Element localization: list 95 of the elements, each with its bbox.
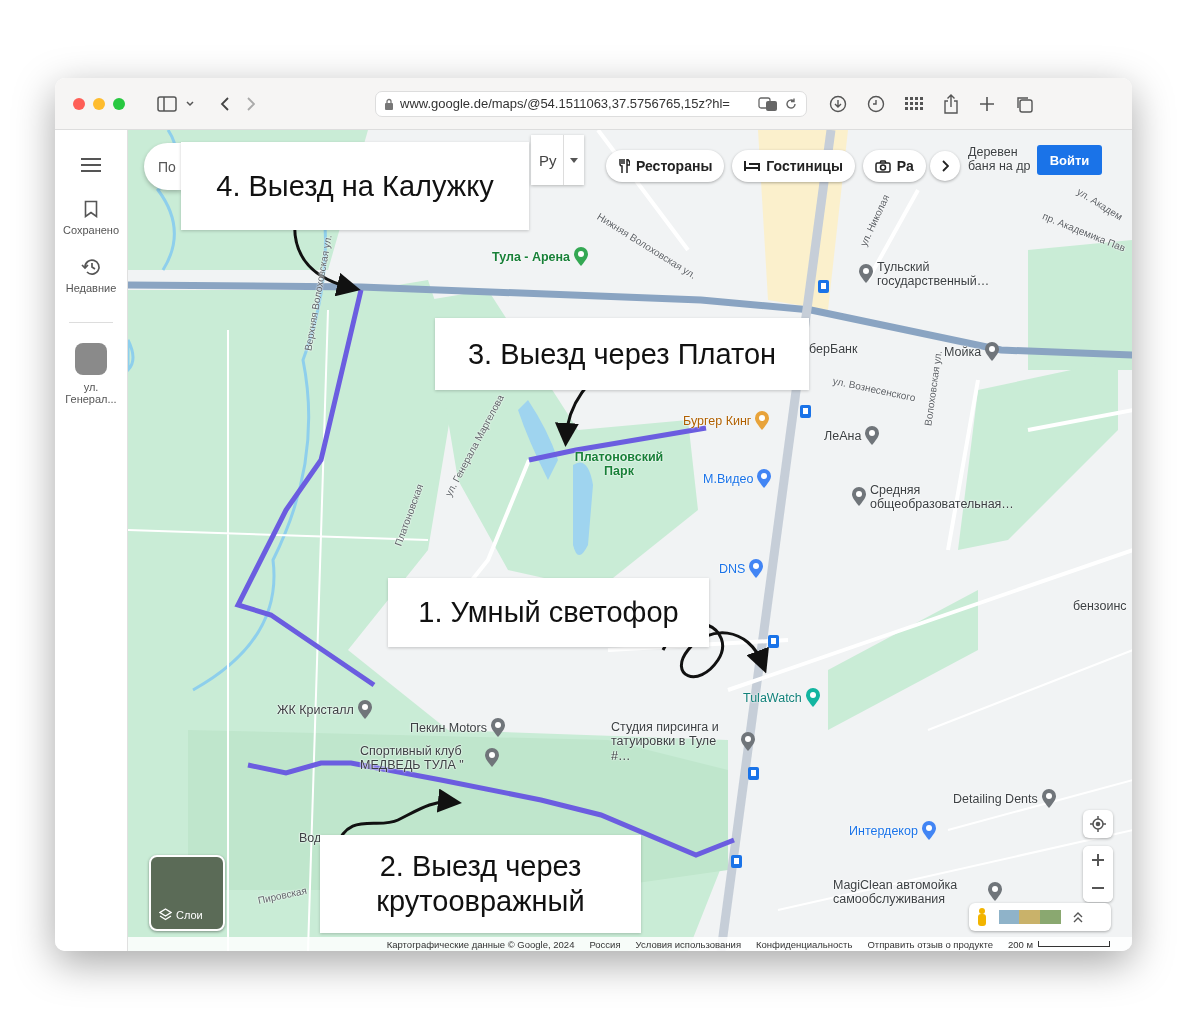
language-dropdown[interactable]: Ру	[531, 135, 584, 185]
map-pin-icon[interactable]	[804, 688, 821, 708]
photo-placeholder[interactable]	[75, 343, 107, 375]
map-pin-icon[interactable]	[851, 487, 867, 508]
footer-link[interactable]: Картографические данные © Google, 2024	[386, 938, 575, 950]
menu-icon[interactable]	[81, 158, 101, 172]
url-text: www.google.de/maps/@54.1511063,37.5756765,15z?hl=	[400, 96, 731, 111]
chevron-right-icon	[940, 160, 949, 172]
lock-icon	[384, 97, 394, 110]
transit-stop-icon[interactable]	[818, 280, 829, 293]
back-icon[interactable]	[219, 95, 231, 112]
sidebar-toggle-icon[interactable]	[157, 95, 177, 112]
category-chip[interactable]: Рестораны	[606, 150, 725, 182]
place-label[interactable]: Студия пирсинга и татуировки в Туле #…	[611, 720, 737, 764]
grid-icon[interactable]	[905, 96, 923, 111]
street-label: Волоховская ул.	[922, 349, 945, 427]
place-label[interactable]: М.Видео	[703, 471, 754, 487]
place-label[interactable]: Detailing Dents	[953, 791, 1038, 807]
place-label[interactable]: берБанк	[809, 342, 858, 357]
layers-icon	[159, 908, 172, 921]
map-pin-icon[interactable]	[864, 426, 881, 446]
place-label[interactable]: MagiClean автомойка самообслуживания	[833, 878, 984, 907]
expand-icon[interactable]	[1073, 911, 1083, 923]
sign-in-button[interactable]: Войти	[1037, 145, 1102, 175]
place-label[interactable]: Интердекор	[849, 823, 918, 839]
annotation-label: 2. Выезд через крутоовражный	[320, 835, 641, 933]
place-label[interactable]: бензоинс	[1073, 599, 1127, 614]
map-pin-icon[interactable]	[984, 342, 1001, 362]
bookmark-icon	[84, 200, 98, 218]
map-pin-icon[interactable]	[356, 700, 373, 720]
place-label[interactable]: Тульский государственный…	[877, 260, 1008, 289]
street-label: Верхняя Волоховская ул.	[302, 233, 335, 352]
place-label[interactable]: ЛеАна	[824, 428, 862, 444]
map-pin-icon[interactable]	[484, 748, 500, 769]
place-label[interactable]: DNS	[719, 561, 746, 577]
place-label[interactable]: Платоновский Парк	[564, 450, 674, 479]
plus-icon	[1092, 854, 1104, 866]
map-pin-icon[interactable]	[920, 821, 937, 841]
map-pin-icon[interactable]	[489, 718, 506, 738]
translate-icon[interactable]	[758, 96, 778, 111]
dropdown-caret-icon	[569, 157, 578, 163]
map-pin-icon[interactable]	[1040, 789, 1057, 809]
place-label[interactable]: Средняя общеобразовательная…	[870, 483, 1021, 512]
scale-label: 200 м	[1007, 938, 1033, 950]
fork-knife-icon	[618, 159, 630, 173]
my-location-button[interactable]	[1083, 810, 1113, 838]
download-icon[interactable]	[829, 94, 847, 113]
transit-stop-icon[interactable]	[748, 767, 759, 780]
scale-bar	[1038, 941, 1110, 947]
place-label[interactable]: Мойка	[944, 344, 982, 360]
camera-icon	[874, 159, 891, 173]
map-pin-icon[interactable]	[858, 264, 874, 285]
annotation-label: 4. Выезд на Калужку	[181, 142, 529, 230]
footer-link[interactable]: Условия использования	[635, 938, 742, 950]
map-pin-icon[interactable]	[748, 559, 765, 579]
address-bar[interactable]: www.google.de/maps/@54.1511063,37.5756765,15z?hl=	[375, 90, 807, 117]
bed-icon	[744, 160, 761, 172]
transit-stop-icon[interactable]	[768, 635, 779, 648]
category-chip[interactable]: Гостиницы	[732, 150, 855, 182]
annotation-label: 1. Умный светофор	[388, 578, 709, 647]
tabs-overview-icon[interactable]	[1015, 94, 1033, 113]
share-icon[interactable]	[943, 93, 959, 114]
street-label: Пировская	[256, 884, 308, 907]
new-tab-icon[interactable]	[979, 95, 995, 112]
map-pin-icon[interactable]	[740, 731, 756, 752]
transit-stop-icon[interactable]	[731, 855, 742, 868]
crosshair-icon	[1090, 816, 1106, 832]
zoom-out-button[interactable]	[1083, 874, 1113, 902]
imagery-thumbnails[interactable]	[999, 910, 1061, 924]
map-pin-icon[interactable]	[987, 882, 1003, 903]
footer-link[interactable]: Отправить отзыв о продукте	[867, 938, 993, 950]
history-icon	[81, 258, 101, 276]
chevron-down-icon[interactable]	[185, 99, 195, 108]
map-pin-icon[interactable]	[573, 247, 590, 267]
annotation-label: 3. Выезд через Платон	[435, 318, 809, 390]
place-label[interactable]: Тула - Арена	[492, 249, 571, 265]
footer-link[interactable]: Конфиденциальность	[756, 938, 853, 950]
recent-place-label[interactable]: ул. Генерал...	[61, 381, 121, 405]
sidebar-item[interactable]: Недавние	[65, 258, 117, 294]
place-label[interactable]: Спортивный клуб МЕДВЕДЬ ТУЛА "	[360, 744, 481, 773]
place-label[interactable]: Бургер Кинг	[683, 413, 752, 429]
place-label[interactable]: Деревен	[968, 145, 1018, 160]
transit-stop-icon[interactable]	[800, 405, 811, 418]
clock-icon[interactable]	[867, 94, 885, 113]
place-label[interactable]: ЖК Кристалл	[277, 702, 354, 718]
layers-button[interactable]: Слои	[149, 855, 225, 931]
sidebar-item[interactable]: Сохранено	[62, 200, 120, 236]
footer-link[interactable]: Россия	[589, 938, 621, 950]
place-label[interactable]: баня на др	[968, 159, 1031, 174]
zoom-in-button[interactable]	[1083, 846, 1113, 874]
place-label[interactable]: TulaWatch	[743, 690, 802, 706]
close-window-button[interactable]	[73, 97, 85, 110]
reload-icon[interactable]	[784, 96, 798, 111]
place-label[interactable]: Пекин Motors	[410, 720, 487, 736]
map-pin-icon[interactable]	[756, 469, 773, 489]
